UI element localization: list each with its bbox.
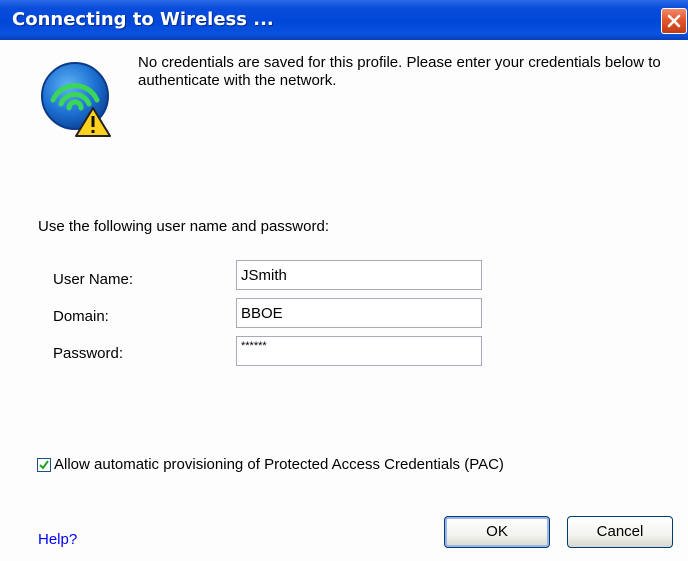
credentials-dialog: Connecting to Wireless ... No credential… [0, 0, 688, 561]
wireless-network-warning-icon [41, 62, 111, 137]
domain-input[interactable] [236, 298, 482, 328]
pac-checkbox-label[interactable]: Allow automatic provisioning of Protecte… [54, 456, 504, 473]
user-name-label: User Name: [53, 271, 134, 288]
credentials-section-label: Use the following user name and password… [38, 218, 329, 235]
password-input[interactable] [236, 336, 482, 366]
instruction-message: No credentials are saved for this profil… [138, 54, 661, 89]
pac-checkbox[interactable] [37, 458, 51, 472]
close-button[interactable] [661, 8, 687, 34]
help-link[interactable]: Help? [38, 531, 77, 548]
password-label: Password: [53, 345, 124, 362]
ok-button[interactable]: OK [444, 516, 550, 548]
title-bar: Connecting to Wireless ... [0, 0, 688, 40]
domain-label: Domain: [53, 308, 109, 325]
window-title: Connecting to Wireless ... [12, 9, 274, 30]
cancel-button[interactable]: Cancel [567, 516, 673, 548]
user-name-input[interactable] [236, 260, 482, 290]
close-icon [667, 14, 681, 28]
checkmark-icon [39, 460, 49, 470]
